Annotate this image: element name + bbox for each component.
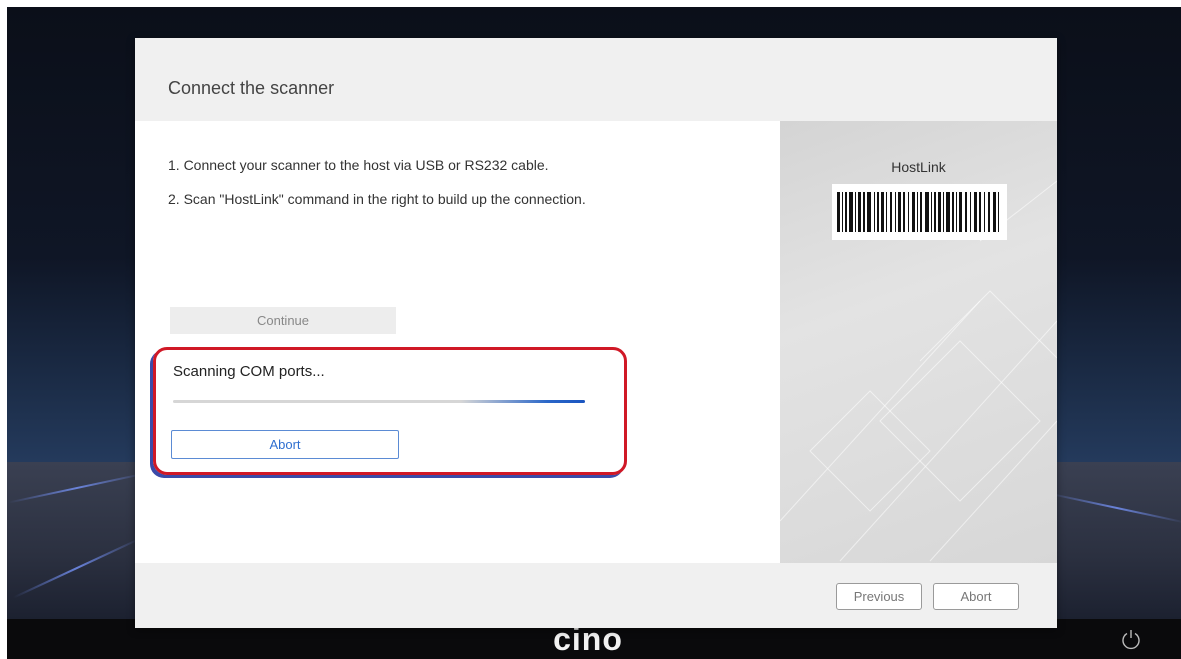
step-2-text: 2. Scan "HostLink" command in the right … — [168, 191, 586, 207]
step-1-text: 1. Connect your scanner to the host via … — [168, 157, 549, 173]
scanning-panel: Scanning COM ports... Abort — [153, 347, 627, 475]
barcode-icon — [832, 184, 1007, 240]
scan-progress-bar — [173, 400, 585, 403]
connect-scanner-dialog: Connect the scanner 1. Connect your scan… — [135, 38, 1057, 628]
continue-button[interactable]: Continue — [170, 307, 396, 334]
abort-scan-button[interactable]: Abort — [171, 430, 399, 459]
instructions-pane: 1. Connect your scanner to the host via … — [135, 121, 780, 563]
dialog-title: Connect the scanner — [168, 78, 335, 98]
barcode-title: HostLink — [891, 159, 946, 175]
scan-status-text: Scanning COM ports... — [173, 363, 325, 380]
previous-button[interactable]: Previous — [836, 583, 922, 610]
power-icon[interactable] — [1119, 627, 1143, 651]
abort-button[interactable]: Abort — [933, 583, 1019, 610]
dialog-header: Connect the scanner — [135, 38, 1057, 121]
scan-progress-fill — [461, 400, 585, 403]
barcode-pane: HostLink — [780, 121, 1057, 563]
dialog-footer: Previous Abort — [135, 563, 1057, 628]
